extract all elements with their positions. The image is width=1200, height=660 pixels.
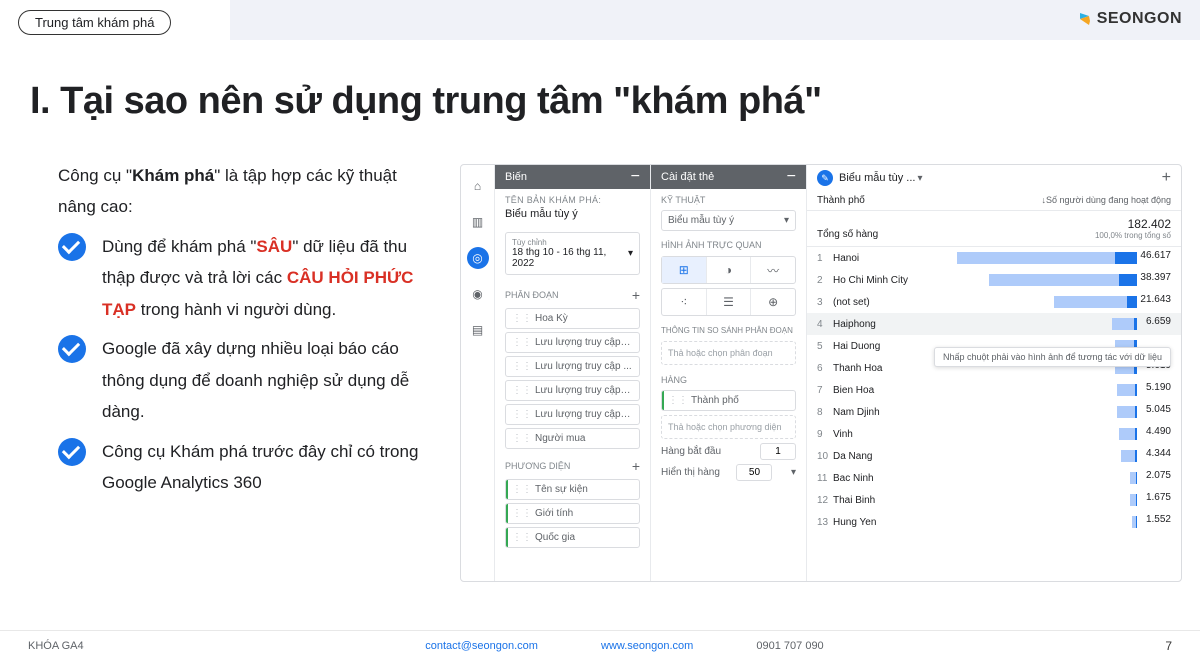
dimension-chip[interactable]: ⋮⋮Tên sự kiện	[505, 479, 640, 500]
check-icon	[58, 233, 86, 261]
start-row-input[interactable]	[760, 443, 796, 460]
collapse-icon[interactable]: −	[631, 169, 640, 185]
viz-bar-icon[interactable]: ☰	[707, 289, 752, 315]
date-range-picker[interactable]: Tùy chỉnh18 thg 10 - 16 thg 11, 2022 ▾	[505, 232, 640, 275]
intro-text: Công cụ "Khám phá" là tập hợp các kỹ thu…	[58, 160, 438, 223]
table-row[interactable]: 9Vinh4.490	[807, 423, 1181, 445]
footer-phone[interactable]: 0901 707 090	[756, 640, 823, 652]
table-row[interactable]: 4Haiphong6.659	[807, 313, 1181, 335]
table-header: Thành phố ↓Số người dùng đang hoạt động	[807, 191, 1181, 211]
ads-icon[interactable]: ◉	[467, 283, 489, 305]
topbar-background	[230, 0, 1200, 40]
segment-chip[interactable]: ⋮⋮Lưu lượng truy cập ...	[505, 356, 640, 377]
brand-logo: SEONGON	[1077, 10, 1182, 28]
chevron-down-icon: ▾	[628, 248, 633, 259]
footer-links: contact@seongon.com www.seongon.com 0901…	[84, 640, 1166, 652]
left-iconbar: ⌂ ▥ ◎ ◉ ▤	[461, 165, 495, 581]
table-row[interactable]: 10Da Nang4.344	[807, 445, 1181, 467]
segment-compare-label: THÔNG TIN SO SÁNH PHÂN ĐOẠN	[651, 320, 806, 337]
viz-table-icon[interactable]: ⊞	[662, 257, 707, 283]
segment-chip[interactable]: ⋮⋮Người mua	[505, 428, 640, 449]
course-label: KHÓA GA4	[28, 640, 84, 652]
dimension-chip[interactable]: ⋮⋮Quốc gia	[505, 527, 640, 548]
viz-geo-icon[interactable]: ⊕	[751, 289, 795, 315]
add-dimension-icon[interactable]: +	[632, 458, 640, 474]
total-row: Tổng số hàng 182.402100,0% trong tổng số	[807, 211, 1181, 247]
exploration-name: Tên bản khám phá: Biểu mẫu tùy ý	[495, 189, 650, 226]
viz-row-1: ⊞ ◑ 〰	[661, 256, 796, 284]
table-row[interactable]: 7Bien Hoa5.190	[807, 379, 1181, 401]
variables-header: Biến−	[495, 165, 650, 189]
table-row[interactable]: 2Ho Chi Minh City38.397	[807, 269, 1181, 291]
rows-label: HÀNG	[651, 369, 806, 387]
explore-icon[interactable]: ◎	[467, 247, 489, 269]
row-dimension-chip[interactable]: ⋮⋮Thành phố	[661, 390, 796, 411]
table-row[interactable]: 12Thai Binh1.675	[807, 489, 1181, 511]
show-rows-field: Hiển thị hàng ▾	[661, 464, 796, 481]
home-icon[interactable]: ⌂	[467, 175, 489, 197]
footer: KHÓA GA4 contact@seongon.com www.seongon…	[0, 630, 1200, 660]
page-number: 7	[1165, 639, 1172, 653]
visualization-label: HÌNH ẢNH TRỰC QUAN	[651, 234, 806, 252]
technique-label: KỸ THUẬT	[651, 189, 806, 207]
segments-header: PHÂN ĐOẠN+	[495, 281, 650, 305]
check-icon	[58, 335, 86, 363]
settings-column: Cài đặt thẻ− KỸ THUẬT Biểu mẫu tùy ý ▾ H…	[651, 165, 807, 581]
row-dropzone[interactable]: Thả hoặc chọn phương diện	[661, 415, 796, 439]
results-tab: ✎ Biểu mẫu tùy ... ▾ +	[807, 165, 1181, 191]
pencil-icon[interactable]: ✎	[817, 170, 833, 186]
table-row[interactable]: 11Bac Ninh2.075	[807, 467, 1181, 489]
settings-header: Cài đặt thẻ−	[651, 165, 806, 189]
footer-web[interactable]: www.seongon.com	[601, 640, 693, 652]
segment-chip[interactable]: ⋮⋮Lưu lượng truy cập t...	[505, 380, 640, 401]
show-rows-input[interactable]	[736, 464, 772, 481]
viz-row-2: ⁖ ☰ ⊕	[661, 288, 796, 316]
body-content: Công cụ "Khám phá" là tập hợp các kỹ thu…	[58, 160, 438, 506]
add-tab-icon[interactable]: +	[1162, 169, 1171, 187]
ga4-explore-screenshot: ⌂ ▥ ◎ ◉ ▤ Biến− Tên bản khám phá: Biểu m…	[460, 164, 1182, 582]
footer-email[interactable]: contact@seongon.com	[425, 640, 538, 652]
viz-donut-icon[interactable]: ◑	[707, 257, 752, 283]
table-row[interactable]: 8Nam Djinh5.045	[807, 401, 1181, 423]
hover-tooltip: Nhấp chuột phải vào hình ảnh để tương tá…	[934, 347, 1171, 367]
segment-dropzone[interactable]: Thả hoặc chọn phân đoạn	[661, 341, 796, 365]
breadcrumb-pill: Trung tâm khám phá	[18, 10, 171, 35]
page-title: I. Tại sao nên sử dụng trung tâm "khám p…	[30, 80, 822, 123]
dimension-chip[interactable]: ⋮⋮Giới tính	[505, 503, 640, 524]
variables-column: Biến− Tên bản khám phá: Biểu mẫu tùy ý T…	[495, 165, 651, 581]
segment-chip[interactable]: ⋮⋮Lưu lượng truy cập t...	[505, 332, 640, 353]
segment-chip[interactable]: ⋮⋮Hoa Kỳ	[505, 308, 640, 329]
viz-scatter-icon[interactable]: ⁖	[662, 289, 707, 315]
reports-icon[interactable]: ▥	[467, 211, 489, 233]
table-row[interactable]: 1Hanoi46.617	[807, 247, 1181, 269]
start-row-field: Hàng bắt đầu	[661, 443, 796, 460]
configure-icon[interactable]: ▤	[467, 319, 489, 341]
topbar: Trung tâm khám phá SEONGON	[0, 0, 1200, 40]
check-icon	[58, 438, 86, 466]
bullet-3: Công cụ Khám phá trước đây chỉ có trong …	[58, 436, 438, 499]
table-row[interactable]: 3(not set)21.643	[807, 291, 1181, 313]
dimensions-header: PHƯƠNG DIỆN+	[495, 452, 650, 476]
table-row[interactable]: 13Hung Yen1.552	[807, 511, 1181, 533]
viz-line-icon[interactable]: 〰	[751, 257, 795, 283]
segment-chip[interactable]: ⋮⋮Lưu lượng truy cập t...	[505, 404, 640, 425]
bullet-list: Dùng để khám phá "SÂU" dữ liệu đã thu th…	[58, 231, 438, 499]
collapse-icon[interactable]: −	[787, 169, 796, 185]
bullet-1: Dùng để khám phá "SÂU" dữ liệu đã thu th…	[58, 231, 438, 325]
technique-chip[interactable]: Biểu mẫu tùy ý ▾	[661, 210, 796, 231]
brand-icon	[1077, 11, 1093, 27]
add-segment-icon[interactable]: +	[632, 287, 640, 303]
bullet-2: Google đã xây dựng nhiều loại báo cáo th…	[58, 333, 438, 427]
results-column: ✎ Biểu mẫu tùy ... ▾ + Thành phố ↓Số ngư…	[807, 165, 1181, 581]
